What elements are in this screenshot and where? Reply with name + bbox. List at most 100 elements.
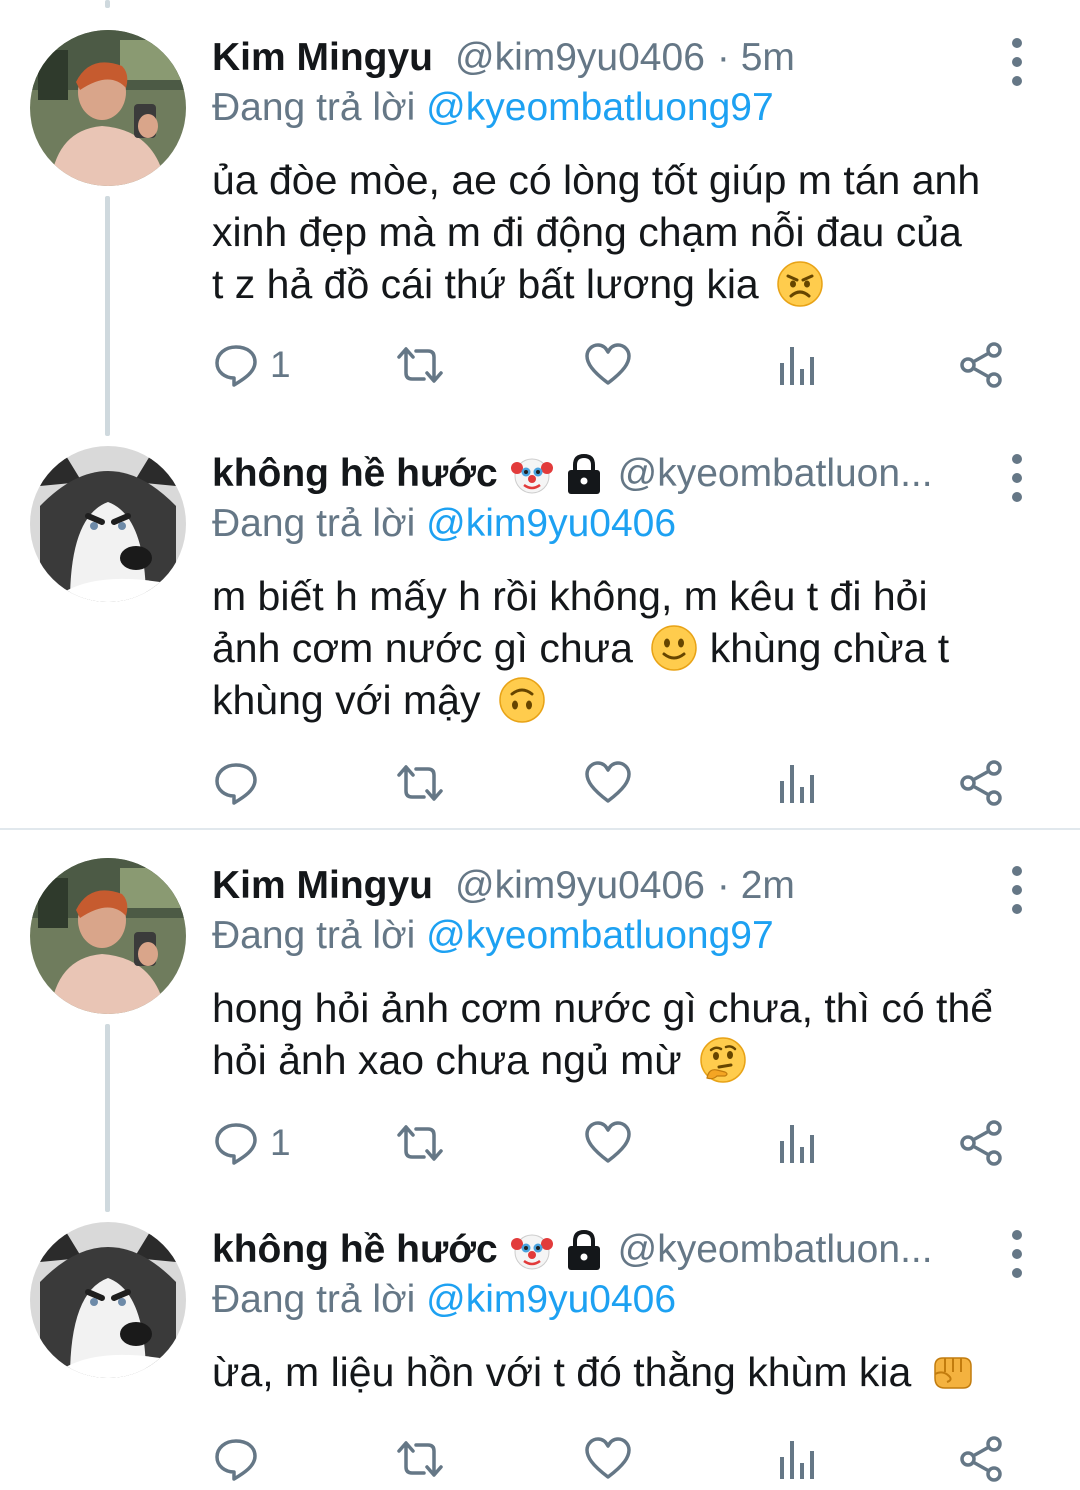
replying-to: Đang trả lời @kim9yu0406 bbox=[212, 1278, 676, 1322]
retweet-icon bbox=[397, 1125, 443, 1161]
tweet-text-line: ừa, m liệu hồn với t đó thằng khùm kia bbox=[212, 1346, 1042, 1398]
display-name[interactable]: Kim Mingyu bbox=[212, 36, 433, 80]
tweet-header: không hề hước @kyeombatluon... bbox=[212, 446, 990, 502]
mention-link[interactable]: @kyeombatluong97 bbox=[426, 86, 773, 129]
tweet[interactable]: Kim Mingyu @kim9yu0406 · 5m Đang trả lời… bbox=[0, 30, 1080, 410]
analytics-button[interactable] bbox=[774, 340, 822, 390]
thinking-face-icon bbox=[699, 1036, 747, 1084]
slightly-smiling-face-icon bbox=[650, 624, 698, 672]
analytics-icon bbox=[780, 347, 814, 385]
share-button[interactable] bbox=[958, 1118, 1006, 1168]
thread-connector-line bbox=[105, 0, 110, 8]
upside-down-face-icon bbox=[498, 676, 546, 724]
mention-link[interactable]: @kim9yu0406 bbox=[426, 1278, 676, 1321]
share-icon bbox=[960, 1436, 1002, 1482]
heart-icon bbox=[585, 1437, 631, 1479]
analytics-icon bbox=[780, 765, 814, 803]
replying-to: Đang trả lời @kyeombatluong97 bbox=[212, 914, 774, 958]
tweet-text: hong hỏi ảnh cơm nước gì chưa, thì có th… bbox=[212, 982, 1042, 1086]
lock-icon bbox=[564, 452, 604, 496]
retweet-button[interactable] bbox=[396, 340, 444, 390]
heart-icon bbox=[585, 1121, 631, 1163]
tweet-text-line: hỏi ảnh xao chưa ngủ mừ bbox=[212, 1034, 1042, 1086]
share-icon bbox=[960, 1120, 1002, 1166]
avatar[interactable] bbox=[30, 1222, 186, 1378]
conversation-divider bbox=[0, 828, 1080, 830]
reply-icon bbox=[215, 1439, 257, 1481]
reply-count: 1 bbox=[270, 344, 291, 385]
more-options-icon[interactable] bbox=[1002, 454, 1032, 502]
username-handle[interactable]: @kim9yu0406 bbox=[455, 864, 705, 908]
display-name[interactable]: không hề hước bbox=[212, 1228, 498, 1272]
retweet-icon bbox=[397, 765, 443, 801]
heart-icon bbox=[585, 761, 631, 803]
display-name[interactable]: Kim Mingyu bbox=[212, 864, 433, 908]
analytics-icon bbox=[780, 1441, 814, 1479]
share-button[interactable] bbox=[958, 758, 1006, 808]
tweet-actions: 1 bbox=[212, 340, 1020, 390]
tweet-text-line: ủa đòe mòe, ae có lòng tốt giúp m tán an… bbox=[212, 157, 981, 203]
more-options-icon[interactable] bbox=[1002, 1230, 1032, 1278]
retweet-icon bbox=[397, 1441, 443, 1477]
share-icon bbox=[960, 342, 1002, 388]
clown-face-icon bbox=[510, 452, 554, 496]
replying-to-label: Đang trả lời bbox=[212, 86, 416, 129]
tweet-header: không hề hước @kyeombatluon... bbox=[212, 1222, 990, 1278]
like-button[interactable] bbox=[584, 1434, 632, 1484]
analytics-button[interactable] bbox=[774, 1434, 822, 1484]
tweet[interactable]: Kim Mingyu @kim9yu0406 · 2m Đang trả lời… bbox=[0, 858, 1080, 1178]
replying-to-label: Đang trả lời bbox=[212, 1278, 416, 1321]
oncoming-fist-icon bbox=[929, 1348, 977, 1396]
avatar[interactable] bbox=[30, 858, 186, 1014]
angry-face-icon bbox=[776, 260, 824, 308]
tweet-actions: 1 bbox=[212, 1118, 1020, 1168]
timestamp[interactable]: · 5m bbox=[717, 36, 795, 80]
more-options-icon[interactable] bbox=[1002, 866, 1032, 914]
tweet-actions bbox=[212, 758, 1020, 808]
reply-button[interactable] bbox=[212, 758, 270, 808]
avatar[interactable] bbox=[30, 446, 186, 602]
tweet-actions bbox=[212, 1434, 1020, 1484]
like-button[interactable] bbox=[584, 1118, 632, 1168]
tweet-text-line: xinh đẹp mà m đi động chạm nỗi đau của bbox=[212, 209, 962, 255]
username-handle[interactable]: @kyeombatluon... bbox=[618, 1228, 933, 1272]
tweet[interactable]: không hề hước @kyeombatluon... Đang trả … bbox=[0, 1222, 1080, 1482]
mention-link[interactable]: @kim9yu0406 bbox=[426, 502, 676, 545]
username-handle[interactable]: @kyeombatluon... bbox=[618, 452, 933, 496]
tweet-header: Kim Mingyu @kim9yu0406 · 5m bbox=[212, 30, 990, 86]
tweet-text: ừa, m liệu hồn với t đó thằng khùm kia bbox=[212, 1346, 1042, 1398]
share-button[interactable] bbox=[958, 1434, 1006, 1484]
retweet-button[interactable] bbox=[396, 1434, 444, 1484]
share-button[interactable] bbox=[958, 340, 1006, 390]
reply-count: 1 bbox=[270, 1122, 291, 1163]
avatar[interactable] bbox=[30, 30, 186, 186]
tweet-text-line: khùng với mậy bbox=[212, 674, 1042, 726]
tweet-text-line: hong hỏi ảnh cơm nước gì chưa, thì có th… bbox=[212, 985, 994, 1031]
reply-button[interactable]: 1 bbox=[212, 1118, 291, 1168]
more-options-icon[interactable] bbox=[1002, 38, 1032, 86]
tweet[interactable]: không hề hước @kyeombatluon... Đang trả … bbox=[0, 446, 1080, 816]
reply-button[interactable] bbox=[212, 1434, 270, 1484]
display-name[interactable]: không hề hước bbox=[212, 452, 498, 496]
lock-icon bbox=[564, 1228, 604, 1272]
replying-to: Đang trả lời @kim9yu0406 bbox=[212, 502, 676, 546]
tweet-header: Kim Mingyu @kim9yu0406 · 2m bbox=[212, 858, 990, 914]
timestamp[interactable]: · 2m bbox=[717, 864, 795, 908]
retweet-button[interactable] bbox=[396, 758, 444, 808]
replying-to-label: Đang trả lời bbox=[212, 914, 416, 957]
reply-icon bbox=[215, 763, 257, 805]
analytics-button[interactable] bbox=[774, 1118, 822, 1168]
analytics-button[interactable] bbox=[774, 758, 822, 808]
replying-to-label: Đang trả lời bbox=[212, 502, 416, 545]
tweet-thread: Kim Mingyu @kim9yu0406 · 5m Đang trả lời… bbox=[0, 0, 1080, 1490]
like-button[interactable] bbox=[584, 758, 632, 808]
like-button[interactable] bbox=[584, 340, 632, 390]
replying-to: Đang trả lời @kyeombatluong97 bbox=[212, 86, 774, 130]
husky-photo-icon bbox=[30, 1222, 186, 1378]
tweet-text-line: m biết h mấy h rồi không, m kêu t đi hỏi bbox=[212, 573, 928, 619]
retweet-button[interactable] bbox=[396, 1118, 444, 1168]
reply-button[interactable]: 1 bbox=[212, 340, 291, 390]
username-handle[interactable]: @kim9yu0406 bbox=[455, 36, 705, 80]
tweet-text-line: t z hả đồ cái thứ bất lương kia bbox=[212, 258, 1042, 310]
mention-link[interactable]: @kyeombatluong97 bbox=[426, 914, 773, 957]
